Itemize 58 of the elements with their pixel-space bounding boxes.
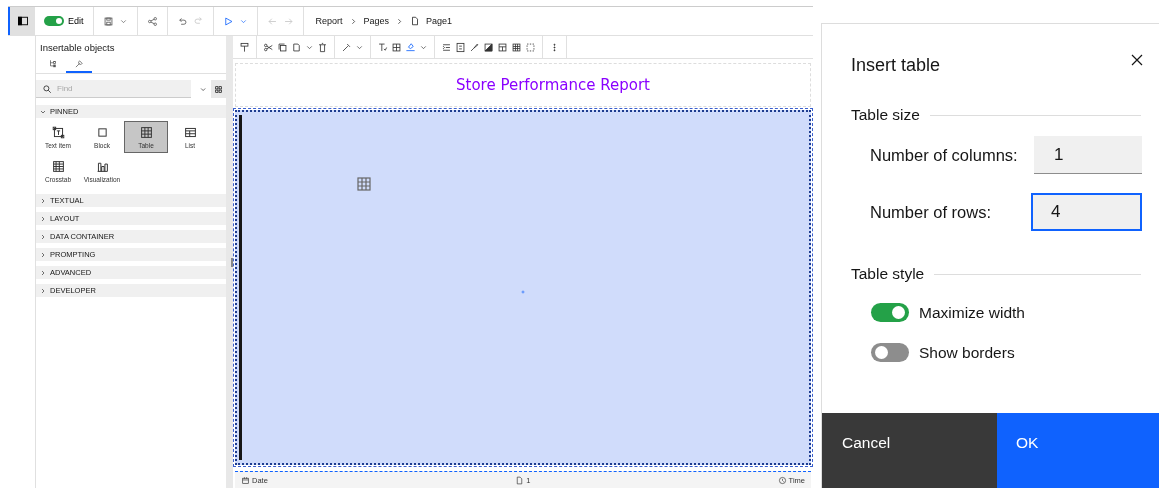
indent-icon[interactable] xyxy=(441,41,452,53)
table-icon xyxy=(139,125,153,139)
resize-handle[interactable] xyxy=(231,257,233,267)
contrast-icon[interactable] xyxy=(483,41,494,53)
text-item-icon xyxy=(51,125,65,139)
panel-toggle-button[interactable] xyxy=(8,7,35,35)
tools-icon xyxy=(74,59,84,69)
panel-tab[interactable] xyxy=(66,57,92,73)
text-style-icon[interactable] xyxy=(377,41,388,53)
borders-icon[interactable] xyxy=(391,41,402,53)
grid-view-icon xyxy=(214,84,224,94)
breadcrumb-link[interactable]: Pages xyxy=(363,16,390,26)
breadcrumb-link[interactable]: Report xyxy=(315,16,343,26)
block-icon xyxy=(95,125,109,139)
run-icon[interactable] xyxy=(222,15,234,27)
fill-color-icon[interactable] xyxy=(405,41,416,52)
clock-icon xyxy=(777,475,787,485)
number-field[interactable]: 4 xyxy=(1031,193,1142,231)
sidebar-icon[interactable] xyxy=(16,15,29,27)
copy-icon[interactable] xyxy=(277,41,288,53)
toggle-switch[interactable] xyxy=(871,303,909,322)
close-button[interactable] xyxy=(1129,52,1145,68)
field-label: Number of rows: xyxy=(870,202,992,222)
tree-icon xyxy=(48,59,58,69)
frame-icon[interactable] xyxy=(455,41,466,53)
close-icon xyxy=(1129,52,1145,68)
toggle-switch[interactable] xyxy=(871,343,909,362)
undo-icon[interactable] xyxy=(176,15,188,27)
paste-icon[interactable] xyxy=(291,41,302,53)
view-toggle-button[interactable] xyxy=(211,80,226,98)
format-painter-icon[interactable] xyxy=(239,41,250,53)
report-title: Store Performance Report xyxy=(235,63,811,107)
save-icon[interactable] xyxy=(102,15,114,27)
delete-icon[interactable] xyxy=(317,41,328,53)
share-icon[interactable] xyxy=(146,15,158,27)
page-icon xyxy=(410,16,421,26)
table-icon xyxy=(356,176,372,192)
crosstab-icon xyxy=(51,159,65,173)
dialog-title: Insert table xyxy=(851,55,941,76)
chevron-right-icon xyxy=(395,16,405,26)
breadcrumb-link[interactable]: Page1 xyxy=(426,16,453,26)
toggle-label: Show borders xyxy=(919,343,1015,362)
list-icon xyxy=(183,125,197,139)
cut-icon[interactable] xyxy=(263,41,274,53)
section-heading: Table size xyxy=(851,106,920,124)
section-heading: Table style xyxy=(851,265,925,283)
layout-icon[interactable] xyxy=(497,41,508,53)
grid-icon[interactable] xyxy=(511,41,522,53)
page-icon xyxy=(515,475,525,485)
field-label: Number of columns: xyxy=(870,145,1018,165)
toggle-label: Maximize width xyxy=(919,303,1025,322)
calendar-icon xyxy=(241,475,250,485)
search-field[interactable]: Find xyxy=(36,80,191,98)
cancel-button[interactable]: Cancel xyxy=(822,413,997,488)
number-field[interactable]: 1 xyxy=(1034,136,1142,174)
ok-button[interactable]: OK xyxy=(997,413,1159,488)
panel-title: Insertable objects xyxy=(39,41,116,55)
plus-icon xyxy=(519,288,527,296)
